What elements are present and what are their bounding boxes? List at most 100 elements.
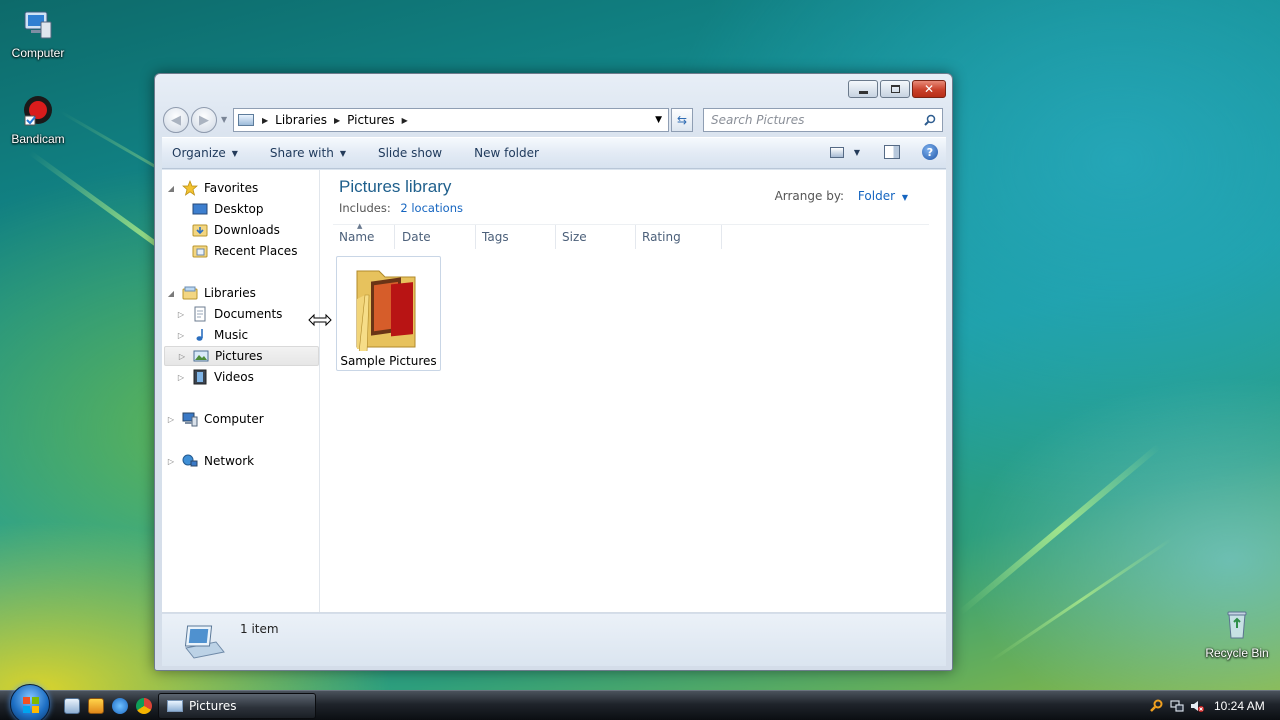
quicklaunch-chrome-icon[interactable] <box>136 698 152 714</box>
tree-label-computer: Computer <box>204 412 264 426</box>
volume-muted-icon[interactable] <box>1190 699 1204 713</box>
expand-arrow-icon[interactable]: ▷ <box>177 352 187 361</box>
expand-arrow-icon[interactable]: ▷ <box>176 310 186 319</box>
desktop-icon-computer[interactable]: Computer <box>0 8 76 60</box>
quicklaunch-explorer-icon[interactable] <box>64 698 80 714</box>
includes-locations-link[interactable]: 2 locations <box>400 201 463 215</box>
back-button[interactable]: ◀ <box>163 107 189 133</box>
change-view-icon[interactable] <box>829 146 844 158</box>
tree-label-downloads: Downloads <box>214 223 280 237</box>
search-icon[interactable] <box>924 114 936 126</box>
tree-item-videos[interactable]: ▷ Videos <box>176 367 254 387</box>
tree-item-recent-places[interactable]: Recent Places <box>192 241 297 261</box>
expand-arrow-icon[interactable]: ▷ <box>166 457 176 466</box>
column-header-rating[interactable]: Rating <box>636 225 722 249</box>
taskbar: Pictures 10:24 AM <box>0 684 1280 720</box>
breadcrumb-chevron-icon[interactable]: ▶ <box>334 116 340 125</box>
includes-label: Includes: <box>339 201 391 215</box>
column-label: Date <box>402 230 431 244</box>
tree-item-downloads[interactable]: Downloads <box>192 220 280 240</box>
desktop-icon-recycle-bin[interactable]: Recycle Bin <box>1199 608 1275 660</box>
tree-item-favorites[interactable]: ◢ Favorites <box>166 178 258 198</box>
breadcrumb-chevron-icon[interactable]: ▶ <box>402 116 408 125</box>
pictures-folder-icon <box>167 700 183 712</box>
navigation-pane[interactable]: ◢ Favorites Desktop Downloads Recent Pla… <box>162 170 332 612</box>
minimize-button[interactable] <box>848 80 878 98</box>
library-title: Pictures library <box>339 177 452 196</box>
tree-item-computer[interactable]: ▷ Computer <box>166 409 264 429</box>
recent-pages-dropdown[interactable]: ▼ <box>221 115 227 124</box>
library-includes: Includes: 2 locations <box>339 201 463 215</box>
details-pane: 1 item <box>162 614 946 666</box>
tree-label-libraries: Libraries <box>204 286 256 300</box>
tree-item-music[interactable]: ▷ Music <box>176 325 248 345</box>
share-with-button[interactable]: Share with ▼ <box>270 146 346 160</box>
clock[interactable]: 10:24 AM <box>1214 699 1265 713</box>
quicklaunch-internet-explorer-icon[interactable] <box>112 698 128 714</box>
collapse-arrow-icon[interactable]: ◢ <box>166 184 176 193</box>
breadcrumb-libraries[interactable]: Libraries <box>275 113 327 127</box>
column-header-tags[interactable]: Tags <box>476 225 556 249</box>
column-header-name[interactable]: ▲ Name <box>333 222 395 249</box>
music-note-icon <box>196 329 203 341</box>
search-tray-icon[interactable] <box>1150 699 1164 713</box>
tree-item-desktop[interactable]: Desktop <box>192 199 264 219</box>
maximize-icon <box>890 85 900 93</box>
organize-button[interactable]: Organize ▼ <box>172 146 238 160</box>
start-button[interactable] <box>10 684 50 720</box>
tree-item-libraries[interactable]: ◢ Libraries <box>166 283 256 303</box>
network-tray-icon[interactable] <box>1170 699 1184 713</box>
library-icon <box>182 286 198 300</box>
search-input[interactable] <box>711 113 911 127</box>
help-icon[interactable]: ? <box>922 144 938 160</box>
expand-arrow-icon[interactable]: ▷ <box>176 331 186 340</box>
content-pane[interactable]: Pictures library Includes: 2 locations A… <box>321 170 946 612</box>
explorer-body: ◢ Favorites Desktop Downloads Recent Pla… <box>162 170 946 613</box>
column-headers: ▲ Name Date Tags Size Rating <box>333 222 929 249</box>
desktop-icon-bandicam[interactable]: Bandicam <box>0 94 76 146</box>
tree-label-favorites: Favorites <box>204 181 259 195</box>
slide-show-button[interactable]: Slide show <box>378 146 442 160</box>
tree-item-network[interactable]: ▷ Network <box>166 451 254 471</box>
quicklaunch-media-player-icon[interactable] <box>88 698 104 714</box>
arrange-by-label: Arrange by: <box>774 189 845 203</box>
organize-label: Organize <box>172 146 226 160</box>
column-header-date[interactable]: Date <box>396 225 476 249</box>
tree-label-pictures: Pictures <box>215 349 263 363</box>
documents-icon <box>194 306 206 322</box>
address-bar[interactable]: ▶ Libraries ▶ Pictures ▶ ▼ <box>233 108 669 132</box>
tree-item-pictures[interactable]: ▷ Pictures <box>164 346 319 366</box>
tree-item-documents[interactable]: ▷ Documents <box>176 304 282 324</box>
breadcrumb-chevron-icon[interactable]: ▶ <box>262 116 268 125</box>
taskbar-button-pictures[interactable]: Pictures <box>158 693 316 719</box>
sort-ascending-icon: ▲ <box>357 222 363 230</box>
star-icon <box>182 180 198 196</box>
chevron-down-icon[interactable]: ▼ <box>902 193 908 202</box>
explorer-window[interactable]: ✕ ◀ ▶ ▼ ▶ Libraries ▶ Pictures ▶ ▼ ⇆ Org… <box>154 73 953 671</box>
search-box[interactable] <box>703 108 943 132</box>
expand-arrow-icon[interactable]: ▷ <box>166 415 176 424</box>
arrange-by-control: Arrange by: Folder ▼ <box>775 189 908 203</box>
preview-pane-icon[interactable] <box>884 145 900 159</box>
forward-button[interactable]: ▶ <box>191 107 217 133</box>
collapse-arrow-icon[interactable]: ◢ <box>166 289 176 298</box>
maximize-button[interactable] <box>880 80 910 98</box>
column-header-size[interactable]: Size <box>556 225 636 249</box>
view-options-dropdown-icon[interactable]: ▼ <box>854 148 860 157</box>
expand-arrow-icon[interactable]: ▷ <box>176 373 186 382</box>
arrange-by-dropdown[interactable]: Folder <box>858 189 895 203</box>
refresh-button[interactable]: ⇆ <box>671 108 693 132</box>
tree-label-videos: Videos <box>214 370 254 384</box>
refresh-icon: ⇆ <box>676 113 688 127</box>
column-label: Rating <box>642 230 681 244</box>
desktop-icon-label: Bandicam <box>11 132 65 146</box>
folder-tile-sample-pictures[interactable]: Sample Pictures <box>336 256 441 371</box>
close-button[interactable]: ✕ <box>912 80 946 98</box>
column-label: Name <box>339 230 375 244</box>
close-icon: ✕ <box>923 82 935 96</box>
videos-film-icon <box>193 369 207 385</box>
address-dropdown-icon[interactable]: ▼ <box>655 115 662 125</box>
computer-icon <box>182 412 198 427</box>
breadcrumb-pictures[interactable]: Pictures <box>347 113 395 127</box>
new-folder-button[interactable]: New folder <box>474 146 539 160</box>
